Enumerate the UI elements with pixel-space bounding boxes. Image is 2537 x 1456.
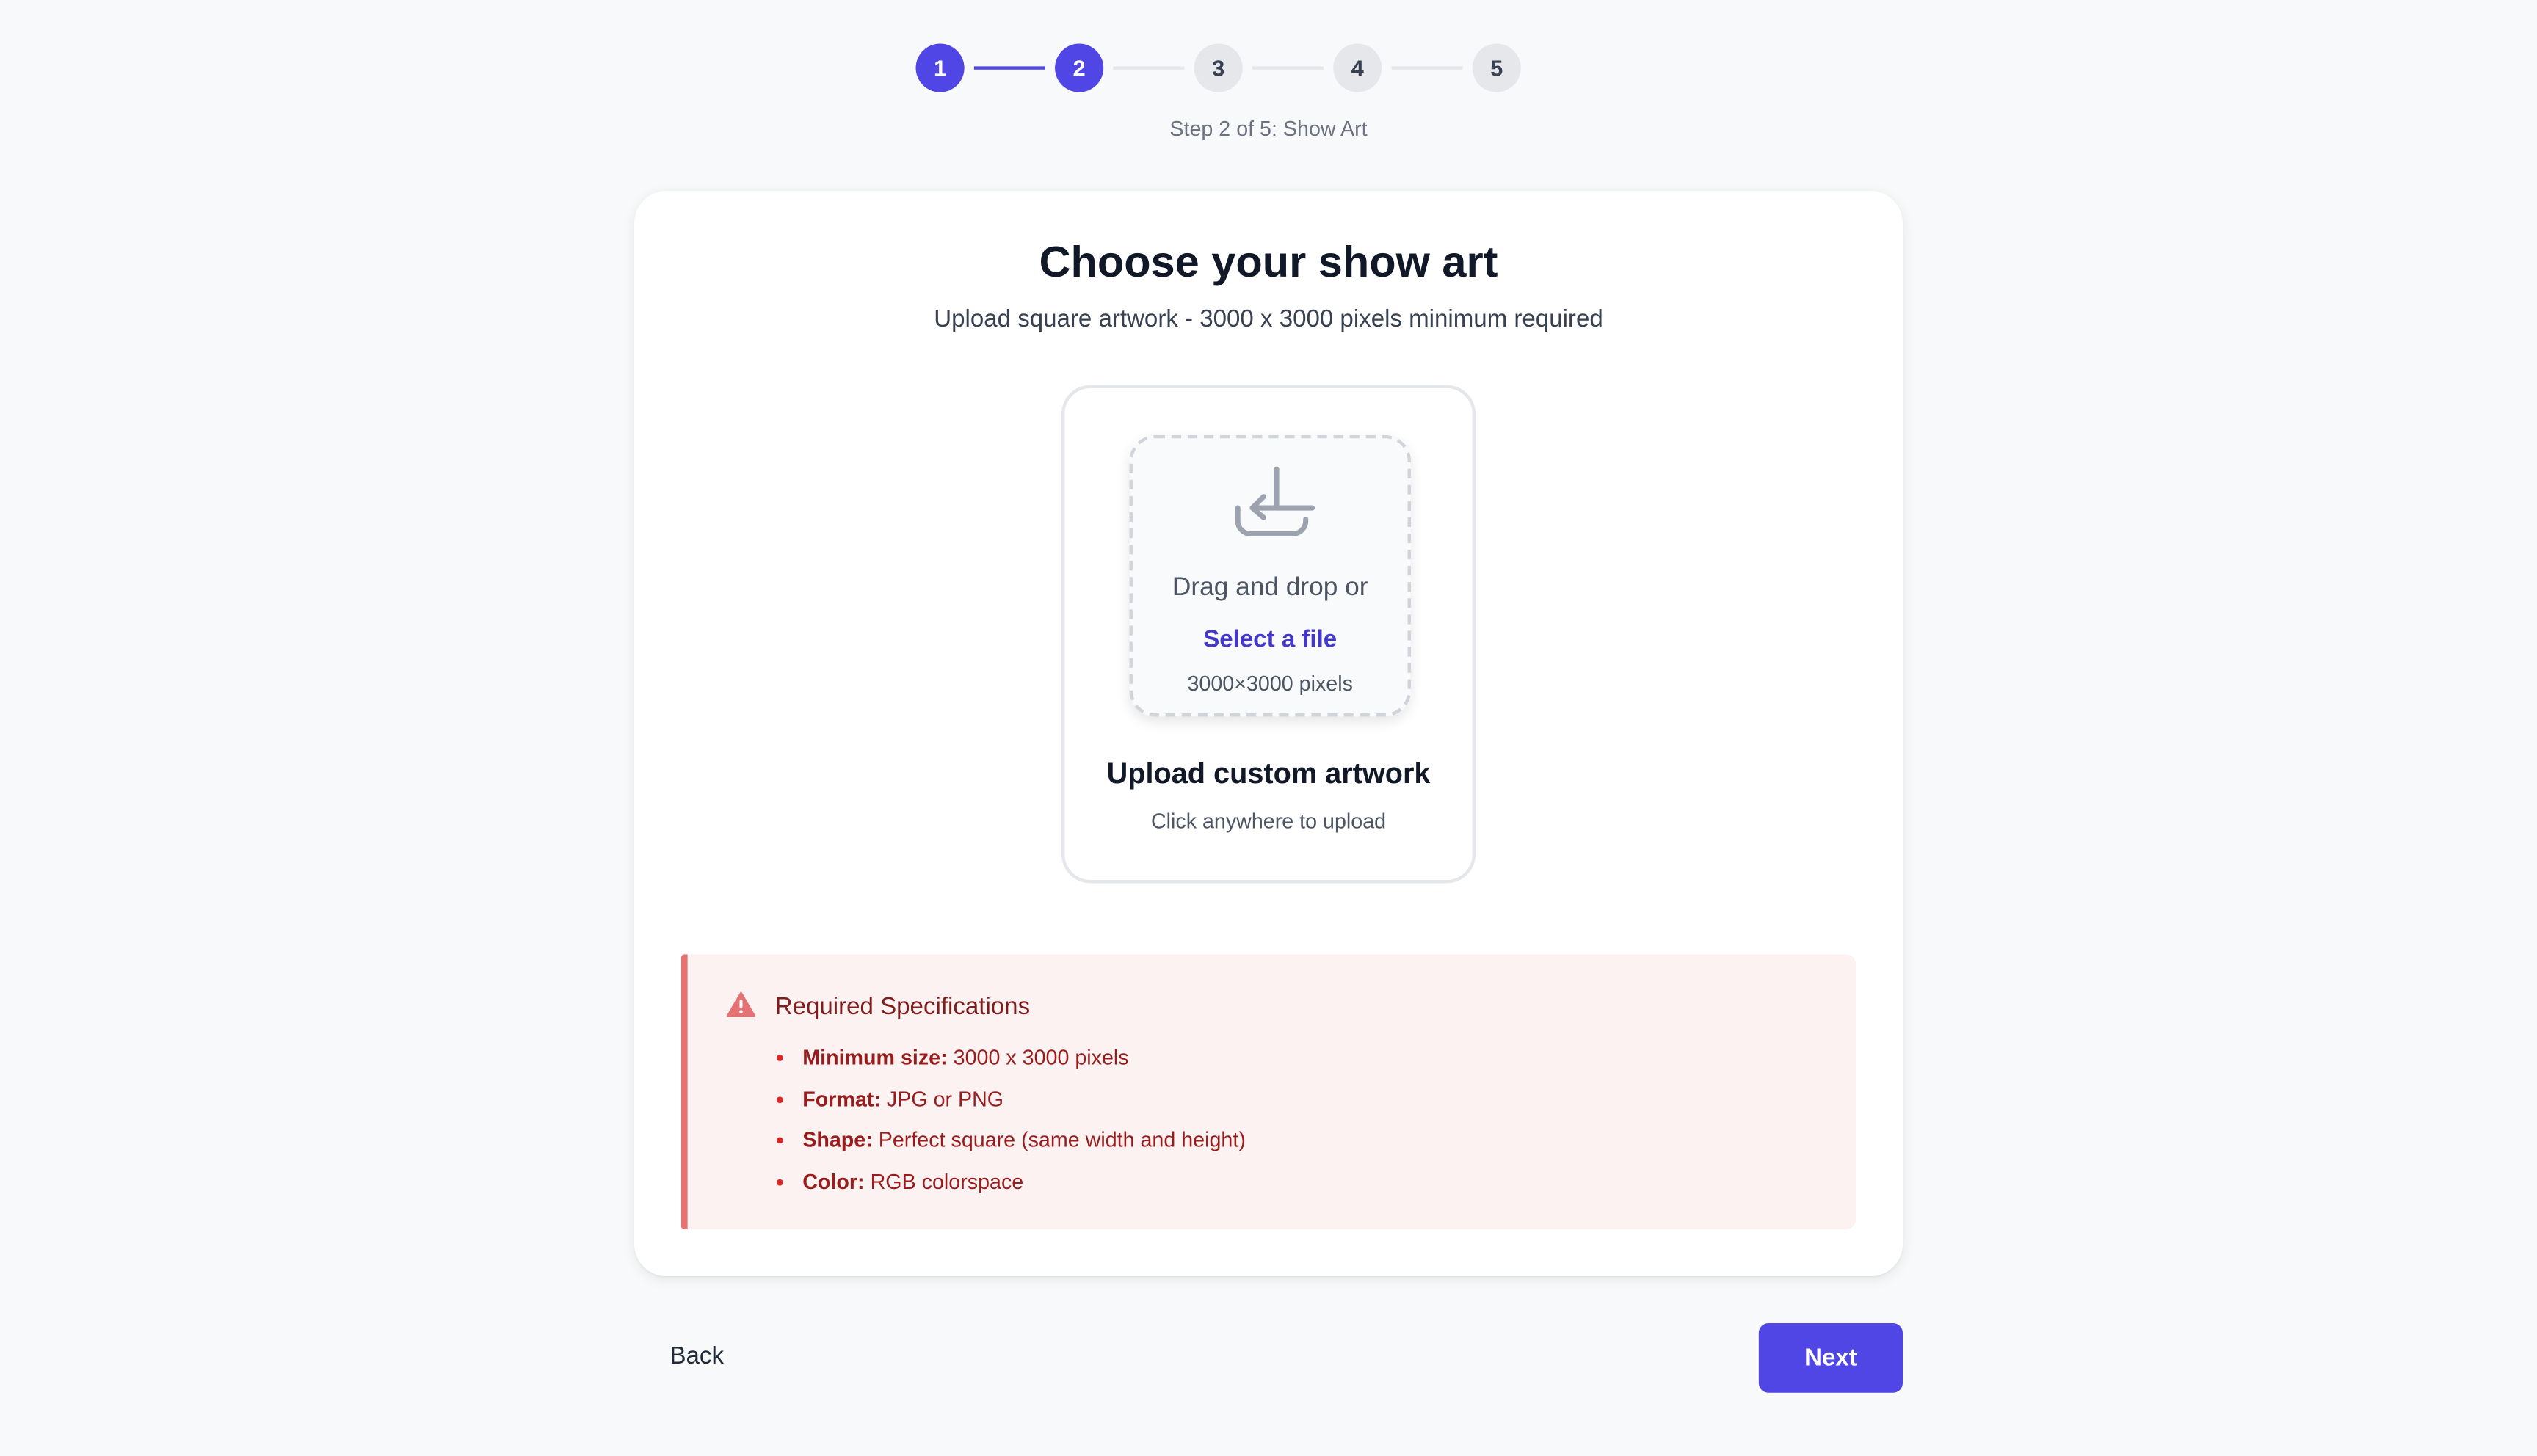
spec-value: Perfect square (same width and height) [878,1127,1246,1152]
spec-label: Shape: [802,1127,873,1152]
show-art-card: Choose your show art Upload square artwo… [634,191,1903,1277]
spec-label: Format: [802,1086,881,1111]
step-1[interactable]: 1 [915,43,965,92]
drag-drop-text: Drag and drop or [1172,574,1368,602]
file-dropzone[interactable]: Drag and drop or Select a file 3000×3000… [1129,434,1411,717]
back-button[interactable]: Back [669,1342,724,1369]
spec-value: RGB colorspace [870,1168,1024,1193]
page-title: Choose your show art [1039,238,1498,287]
step-connector-2 [1113,66,1185,70]
step-connector-1 [973,66,1045,70]
step-2[interactable]: 2 [1055,43,1104,92]
step-caption: Step 2 of 5: Show Art [1169,116,1368,141]
step-connector-3 [1252,66,1324,70]
list-item: Shape: Perfect square (same width and he… [775,1127,1246,1168]
list-item: Format: JPG or PNG [775,1086,1246,1127]
next-button[interactable]: Next [1758,1322,1903,1393]
list-item: Color: RGB colorspace [775,1168,1246,1209]
spec-label: Color: [802,1168,865,1193]
specs-title: Required Specifications [774,993,1031,1021]
warning-triangle-icon [726,991,756,1017]
step-4: 4 [1333,43,1382,92]
step-connector-4 [1391,66,1463,70]
spec-value: JPG or PNG [886,1086,1004,1111]
step-3: 3 [1194,43,1243,92]
progress-stepper: 1 2 3 4 5 [915,43,1622,92]
spec-label: Minimum size: [802,1044,948,1069]
upload-custom-artwork-tile[interactable]: Drag and drop or Select a file 3000×3000… [1061,385,1476,884]
spec-value: 3000 x 3000 pixels [953,1044,1129,1069]
specs-list: Minimum size: 3000 x 3000 pixels Format:… [775,1045,1246,1210]
page-root: 1 2 3 4 5 Step 2 of 5: Show Art Choose y… [0,0,2537,1456]
upload-tile-title: Upload custom artwork [1106,757,1431,790]
dimension-hint: 3000×3000 pixels [1187,671,1353,696]
required-specifications-alert: Required Specifications Minimum size: 30… [680,954,1857,1230]
step-5: 5 [1472,43,1521,92]
list-item: Minimum size: 3000 x 3000 pixels [775,1045,1246,1086]
upload-tile-hint: Click anywhere to upload [1150,809,1387,834]
select-file-link[interactable]: Select a file [1133,626,1408,653]
upload-tray-icon [1235,466,1315,536]
page-subtitle: Upload square artwork - 3000 x 3000 pixe… [934,305,1603,334]
